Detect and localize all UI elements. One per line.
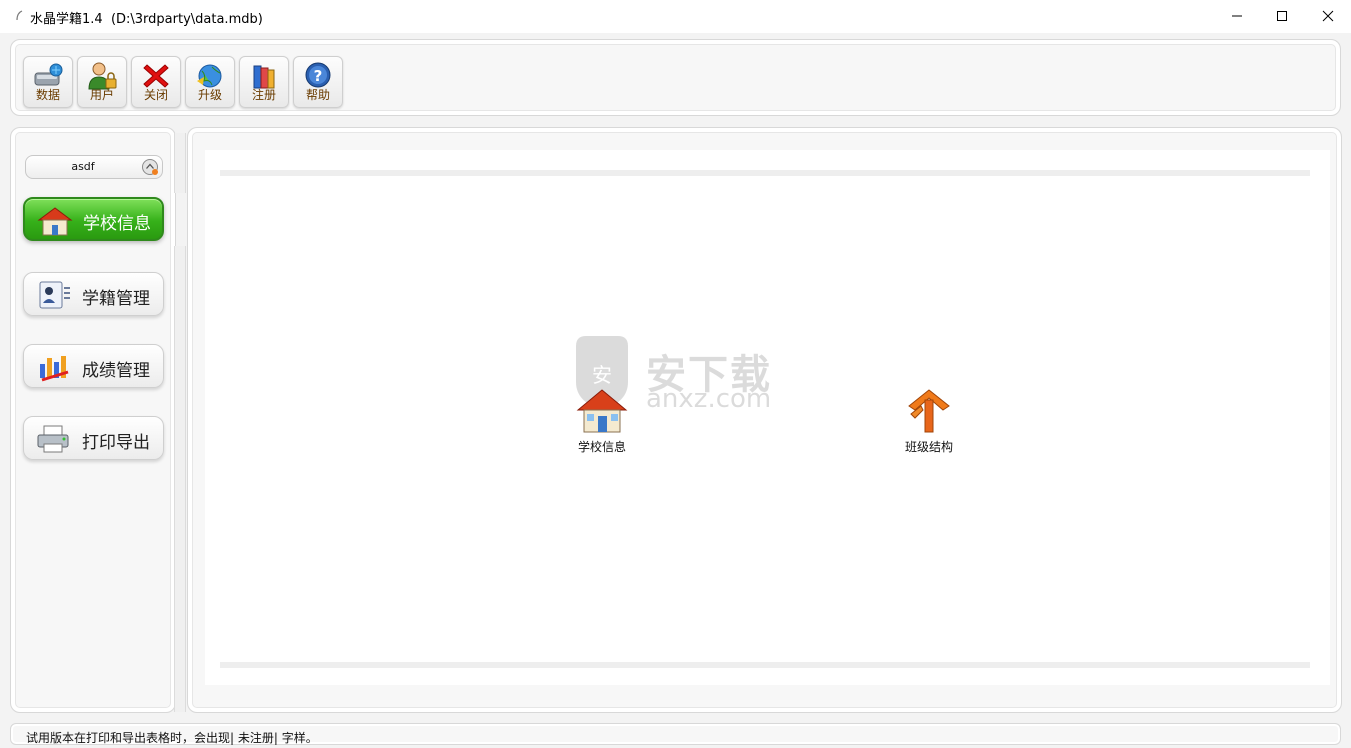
student-card-icon: [39, 281, 70, 309]
sidebar-item-label: 成绩管理: [82, 361, 150, 381]
minimize-button[interactable]: [1214, 0, 1260, 32]
content-icon-class-structure[interactable]: 班级结构: [893, 386, 965, 455]
sidebar-item-print-export[interactable]: 打印导出: [23, 416, 164, 460]
toolbar-data-label: 数据: [35, 88, 60, 102]
school-house-icon: [576, 389, 628, 433]
toolbar-upgrade-label: 升级: [197, 88, 222, 102]
minimize-icon: [1232, 15, 1242, 17]
content-area: [205, 150, 1330, 685]
window-title: 水晶学籍1.4 (D:\3rdparty\data.mdb): [30, 12, 263, 27]
maximize-button[interactable]: [1259, 0, 1305, 32]
sidebar-scroll-strip: [174, 246, 186, 712]
class-structure-icon: [908, 389, 950, 433]
svg-text:?: ?: [314, 67, 323, 85]
sidebar-item-label: 打印导出: [82, 433, 150, 453]
status-text: 试用版本在打印和导出表格时，会出现| 未注册| 字样。: [26, 731, 318, 745]
content-icon-label: 班级结构: [904, 440, 953, 454]
toolbar-data-button[interactable]: 数据: [23, 56, 73, 108]
watermark-subtitle: anxz.com: [646, 384, 772, 414]
toolbar-help-button[interactable]: ? 帮助: [293, 56, 343, 108]
school-house-icon: [37, 207, 73, 236]
toolbar-user-label: 用户: [89, 88, 114, 102]
sidebar-item-label: 学籍管理: [82, 289, 150, 309]
svg-text:安: 安: [592, 363, 612, 387]
title-bar: 水晶学籍1.4 (D:\3rdparty\data.mdb): [0, 0, 1351, 33]
printer-icon: [37, 425, 69, 453]
toolbar-register-label: 注册: [251, 88, 276, 102]
score-chart-icon: [40, 356, 69, 382]
chevron-up-icon[interactable]: [141, 158, 159, 176]
toolbar-register-button[interactable]: 注册: [239, 56, 289, 108]
sidebar-item-student-records[interactable]: 学籍管理: [23, 272, 164, 316]
sidebar-item-school-info[interactable]: 学校信息: [23, 197, 164, 241]
sidebar-item-label: 学校信息: [83, 214, 151, 234]
app-icon: [16, 10, 23, 21]
sidebar-scroll-strip-top: [174, 133, 186, 193]
toolbar-upgrade-button[interactable]: 升级: [185, 56, 235, 108]
user-select-value: asdf: [71, 160, 95, 173]
content-divider-bottom: [220, 662, 1310, 668]
toolbar-help-label: 帮助: [305, 88, 330, 102]
maximize-icon: [1277, 11, 1287, 21]
toolbar-close-button[interactable]: 关闭: [131, 56, 181, 108]
content-divider-top: [220, 170, 1310, 176]
user-select[interactable]: asdf: [25, 155, 163, 179]
content-icon-school-info[interactable]: 学校信息: [566, 386, 638, 455]
close-icon: [1322, 10, 1334, 22]
toolbar-close-label: 关闭: [143, 88, 168, 102]
toolbar-user-button[interactable]: 用户: [77, 56, 127, 108]
content-icon-label: 学校信息: [577, 440, 626, 454]
close-window-button[interactable]: [1305, 0, 1351, 32]
sidebar-item-score-management[interactable]: 成绩管理: [23, 344, 164, 388]
